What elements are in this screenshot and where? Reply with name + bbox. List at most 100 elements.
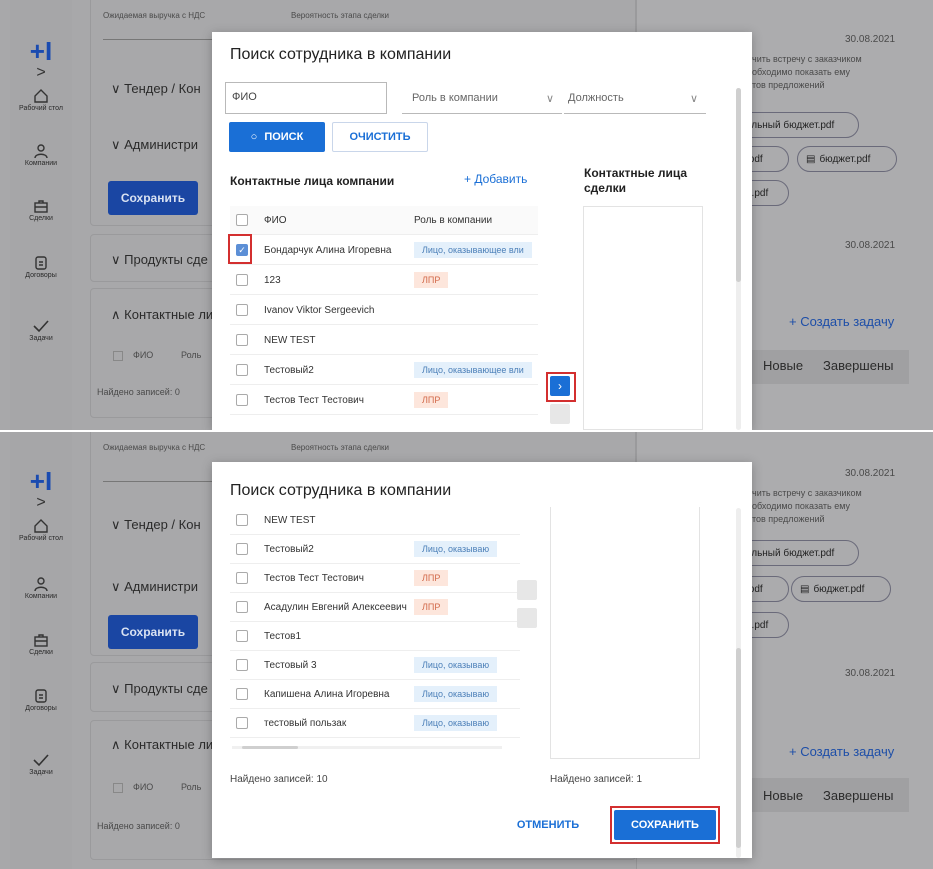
file-icon: ▤ xyxy=(806,153,816,165)
admin-section-toggle[interactable]: ∨ Администри xyxy=(111,137,198,153)
table-row[interactable]: Тестовый 3 Лицо, оказываю xyxy=(230,651,520,680)
file-chip[interactable]: ельный бюджет.pdf xyxy=(737,540,859,566)
row-checkbox[interactable] xyxy=(236,688,248,700)
select-all-checkbox[interactable] xyxy=(236,214,248,226)
horizontal-scrollbar-thumb[interactable] xyxy=(242,746,298,749)
tab-done[interactable]: Завершены xyxy=(823,358,893,373)
sidebar-item-tasks[interactable]: Задачи xyxy=(10,752,72,776)
people-icon xyxy=(34,144,48,159)
table-row[interactable]: 123 ЛПР xyxy=(230,266,538,295)
table-row[interactable]: Тестовый2 Лицо, оказывающее вли xyxy=(230,356,538,385)
sidebar-item-deals[interactable]: Сделки xyxy=(10,198,72,222)
search-button[interactable]: ○ ПОИСК xyxy=(229,122,325,152)
sidebar-item-label: Договоры xyxy=(25,705,57,712)
sidebar-item-contracts[interactable]: Договоры xyxy=(10,688,72,712)
sidebar-item-companies[interactable]: Компании xyxy=(10,143,72,167)
role-badge: Лицо, оказываю xyxy=(414,541,498,557)
add-contact-button[interactable]: + Добавить xyxy=(464,172,527,186)
contact-name: Тестовый2 xyxy=(264,364,314,376)
date-1: 30.08.2021 xyxy=(845,34,896,45)
role-select[interactable]: Роль в компании ∨ xyxy=(402,82,562,114)
contact-name: Тестовый2 xyxy=(264,543,314,555)
contacts-section-toggle[interactable]: ∧ Контактные ли xyxy=(111,307,213,323)
background-save-button[interactable]: Сохранить xyxy=(108,615,198,649)
tender-section-toggle[interactable]: ∨ Тендер / Кон xyxy=(111,81,201,97)
table-row[interactable]: Асадулин Евгений Алексеевич ЛПР xyxy=(230,593,520,622)
row-checkbox[interactable] xyxy=(236,514,248,526)
highlight-save-button xyxy=(610,806,720,844)
expand-sidebar-icon[interactable]: > xyxy=(10,494,72,512)
move-right-button[interactable] xyxy=(517,580,537,600)
background-save-button[interactable]: Сохранить xyxy=(108,181,198,215)
fio-input[interactable]: ФИО xyxy=(225,82,387,114)
table-row[interactable]: Капишена Алина Игоревна Лицо, оказываю xyxy=(230,680,520,709)
row-checkbox[interactable] xyxy=(236,274,248,286)
table-row[interactable]: NEW TEST xyxy=(230,326,538,355)
expand-sidebar-icon[interactable]: > xyxy=(10,64,72,82)
tab-done[interactable]: Завершены xyxy=(823,788,893,803)
file-chip[interactable]: ельный бюджет.pdf xyxy=(737,112,859,138)
table-row[interactable]: Тестов Тест Тестович ЛПР xyxy=(230,386,538,415)
row-checkbox[interactable] xyxy=(236,304,248,316)
contact-name: NEW TEST xyxy=(264,514,316,526)
move-left-button[interactable] xyxy=(517,608,537,628)
row-checkbox[interactable] xyxy=(236,572,248,584)
row-checkbox[interactable] xyxy=(236,659,248,671)
date-2: 30.08.2021 xyxy=(845,240,896,251)
row-checkbox[interactable] xyxy=(236,543,248,555)
modal-scrollbar-thumb[interactable] xyxy=(736,648,741,848)
admin-section-toggle[interactable]: ∨ Администри xyxy=(111,579,198,595)
row-checkbox[interactable] xyxy=(236,394,248,406)
row-checkbox[interactable] xyxy=(236,630,248,642)
home-icon xyxy=(34,89,48,103)
bg-found-records: Найдено записей: 0 xyxy=(97,387,180,397)
sidebar-item-desktop[interactable]: Рабочий стол xyxy=(10,88,72,112)
document-icon xyxy=(35,689,47,703)
role-badge: ЛПР xyxy=(414,599,449,615)
deal-contacts-title: Контактные лица сделки xyxy=(584,166,688,195)
modal-scrollbar-thumb[interactable] xyxy=(736,88,741,282)
top-screenshot-panel: +I > Рабочий стол Компании Сделки Догово… xyxy=(0,0,933,430)
tab-new[interactable]: Новые xyxy=(763,358,803,373)
row-checkbox[interactable] xyxy=(236,717,248,729)
row-checkbox[interactable] xyxy=(236,601,248,613)
chevron-down-icon: ∨ xyxy=(689,93,698,105)
tender-section-toggle[interactable]: ∨ Тендер / Кон xyxy=(111,517,201,533)
sidebar-item-companies[interactable]: Компании xyxy=(10,576,72,600)
file-chip[interactable]: ▤ бюджет.pdf xyxy=(791,576,891,602)
cancel-button[interactable]: ОТМЕНИТЬ xyxy=(506,810,590,840)
table-row[interactable]: NEW TEST xyxy=(230,506,520,535)
role-badge: Лицо, оказываю xyxy=(414,686,498,702)
sidebar-item-label: Сделки xyxy=(29,649,53,656)
products-section-toggle[interactable]: ∨ Продукты сде xyxy=(111,252,208,268)
sidebar-item-desktop[interactable]: Рабочий стол xyxy=(10,518,72,542)
move-left-button[interactable] xyxy=(550,404,570,424)
create-task-link[interactable]: + Создать задачу xyxy=(789,314,894,329)
tab-new[interactable]: Новые xyxy=(763,788,803,803)
row-checkbox[interactable] xyxy=(236,364,248,376)
sidebar-item-contracts[interactable]: Договоры xyxy=(10,255,72,279)
search-icon: ○ xyxy=(250,131,258,143)
sidebar-item-tasks[interactable]: Задачи xyxy=(10,318,72,342)
table-row[interactable]: Тестовый2 Лицо, оказываю xyxy=(230,535,520,564)
contact-name: тестовый пользак xyxy=(264,717,347,729)
table-row[interactable]: ✓ Бондарчук Алина Игоревна Лицо, оказывающ… xyxy=(230,236,538,265)
contact-name: Бондарчук Алина Игоревна xyxy=(264,244,392,256)
briefcase-icon xyxy=(34,200,48,213)
contact-name: Асадулин Евгений Алексеевич xyxy=(264,601,407,613)
sidebar-item-label: Компании xyxy=(24,160,58,167)
file-chip[interactable]: ▤ бюджет.pdf xyxy=(797,146,897,172)
products-section-toggle[interactable]: ∨ Продукты сде xyxy=(111,681,208,697)
table-row[interactable]: Ivanov Viktor Sergeevich xyxy=(230,296,538,325)
table-row[interactable]: Тестов1 xyxy=(230,622,520,651)
sidebar-item-label: Рабочий стол xyxy=(19,535,63,542)
contacts-section-toggle[interactable]: ∧ Контактные ли xyxy=(111,737,213,753)
row-checkbox[interactable] xyxy=(236,334,248,346)
table-row[interactable]: тестовый пользак Лицо, оказываю xyxy=(230,709,520,738)
sidebar-item-label: Договоры xyxy=(25,272,57,279)
create-task-link[interactable]: + Создать задачу xyxy=(789,744,894,759)
position-select[interactable]: Должность ∨ xyxy=(564,82,706,114)
sidebar-item-deals[interactable]: Сделки xyxy=(10,632,72,656)
clear-button[interactable]: ОЧИСТИТЬ xyxy=(332,122,428,152)
table-row[interactable]: Тестов Тест Тестович ЛПР xyxy=(230,564,520,593)
